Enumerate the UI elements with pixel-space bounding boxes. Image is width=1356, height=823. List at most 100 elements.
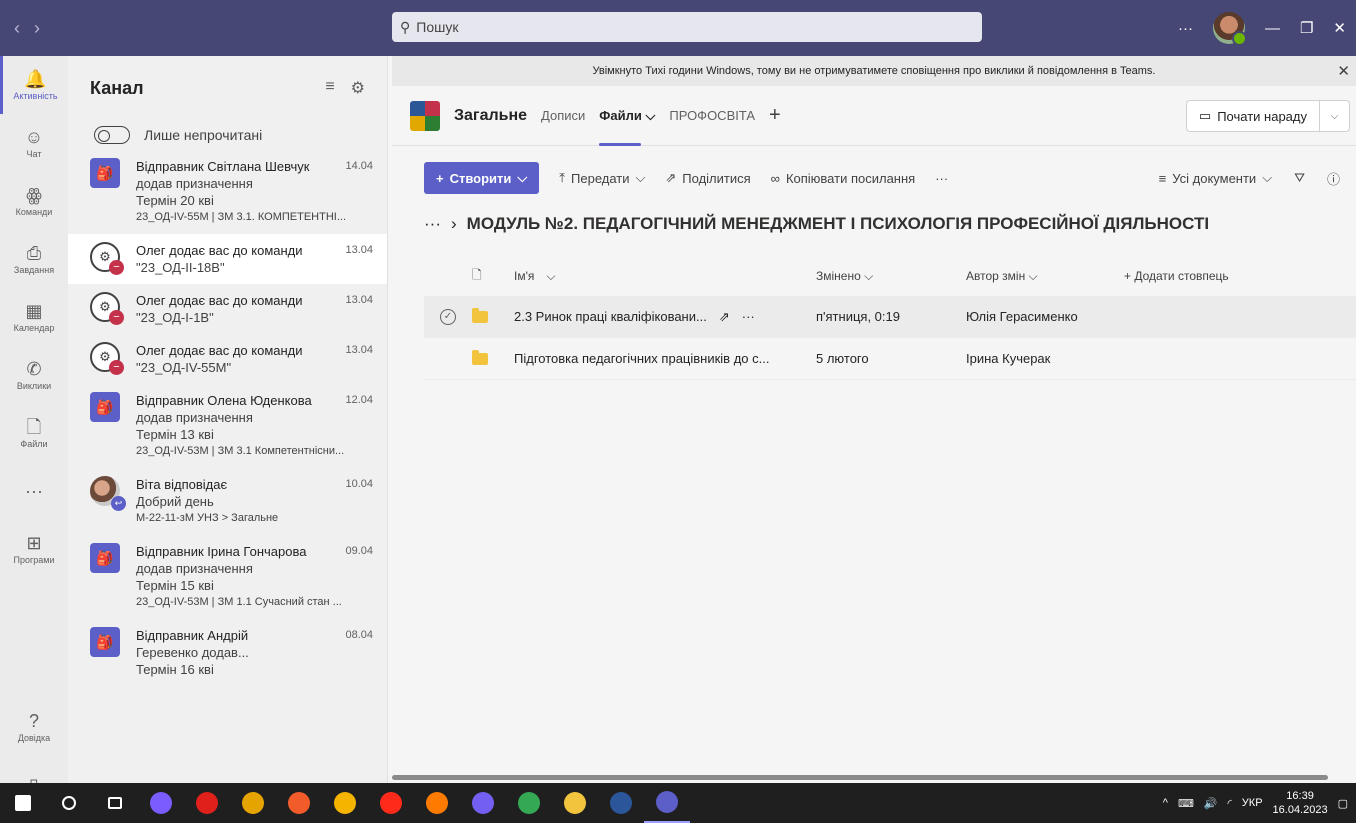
add-column-label: Додати стовпець xyxy=(1134,269,1229,283)
word-icon[interactable] xyxy=(598,783,644,823)
share-button[interactable]: ⇗ Поділитися xyxy=(665,170,750,186)
activity-item[interactable]: ⚙ Олег додає вас до команди 13.04 "23_ОД-І-… xyxy=(68,284,387,334)
upload-button[interactable]: ⤒ Передати ⌵ xyxy=(559,170,645,186)
rail-item-teams[interactable]: ꙮ Команди xyxy=(0,172,68,230)
user-avatar[interactable] xyxy=(1212,12,1247,46)
file-row[interactable]: Підготовка педагогічних працівників до с… xyxy=(424,338,1356,380)
back-arrow-icon[interactable]: ‹ xyxy=(14,18,20,39)
chevron-down-icon: ⌵ xyxy=(1262,170,1273,185)
network-icon[interactable]: ⌨ xyxy=(1178,797,1194,810)
search-icon[interactable] xyxy=(46,783,92,823)
file-explorer-icon-glyph xyxy=(564,792,586,814)
notifications-icon[interactable]: ▢ xyxy=(1338,797,1348,810)
filter-funnel-icon[interactable]: ⛛ xyxy=(1294,170,1305,186)
more-options-icon[interactable]: ··· xyxy=(742,309,755,324)
activity-item[interactable]: ⚙ Олег додає вас до команди 13.04 "23_ОД-IV… xyxy=(68,334,387,384)
rail-item-label: Довідка xyxy=(17,732,51,743)
file-name-cell[interactable]: Підготовка педагогічних працівників до с… xyxy=(514,351,816,366)
file-name[interactable]: 2.3 Ринок праці кваліфіковани... xyxy=(514,309,707,324)
video-camera-icon: ▭ xyxy=(1198,108,1212,123)
checkmark-circle-icon[interactable]: ✓ xyxy=(440,308,456,325)
breadcrumb-separator-icon: › xyxy=(450,214,457,233)
chrome-icon[interactable] xyxy=(322,783,368,823)
banner-close-icon[interactable]: ✕ xyxy=(1337,62,1350,80)
clock[interactable]: 16:39 16.04.2023 xyxy=(1273,789,1328,817)
start-meeting-main[interactable]: ▭ Почати нараду xyxy=(1187,101,1319,131)
rail-item-more[interactable]: ··· xyxy=(0,462,68,520)
modified-column-header[interactable]: Змінено ⌵ xyxy=(816,269,966,284)
filter-icon[interactable]: ≡ xyxy=(325,78,334,98)
file-name-cell[interactable]: 2.3 Ринок праці кваліфіковани... ⇗ ··· xyxy=(514,309,816,325)
copy-link-button[interactable]: ∞ Копіювати посилання xyxy=(771,171,916,186)
start-meeting-button[interactable]: ▭ Почати нараду ⌵ xyxy=(1185,100,1350,132)
create-button[interactable]: + Створити ⌵ xyxy=(424,162,540,194)
channel-tab[interactable]: Дописи xyxy=(541,86,585,146)
author-column-header[interactable]: Автор змін ⌵ xyxy=(966,269,1124,284)
teams-taskbar-icon[interactable] xyxy=(644,783,690,823)
rail-item-calls[interactable]: ✆ Виклики xyxy=(0,346,68,404)
maximize-icon[interactable]: ❐ xyxy=(1300,19,1313,37)
rail-item-activity[interactable]: 🔔 Активність xyxy=(0,56,68,114)
rail-item-calendar[interactable]: ▦ Календар xyxy=(0,288,68,346)
activity-title: Відправник Світлана Шевчук xyxy=(136,159,310,174)
channel-tab[interactable]: Файли ⌵ xyxy=(599,86,655,146)
settings-gear-icon[interactable]: ⚙ xyxy=(351,78,365,98)
row-select[interactable]: ✓ xyxy=(424,308,472,325)
color-app-icon[interactable] xyxy=(276,783,322,823)
language-indicator[interactable]: УКР xyxy=(1242,797,1263,809)
rail-item-help[interactable]: ? Довідка xyxy=(0,698,68,756)
opera-icon-glyph xyxy=(196,792,218,814)
eye-app-icon[interactable] xyxy=(230,783,276,823)
opera-icon[interactable] xyxy=(184,783,230,823)
file-explorer-icon[interactable] xyxy=(552,783,598,823)
horizontal-scrollbar[interactable] xyxy=(392,775,1328,780)
yandex-icon[interactable] xyxy=(368,783,414,823)
activity-item[interactable]: Віта відповідає 10.04 Добрий день М-22-11-з… xyxy=(68,468,387,535)
close-icon[interactable]: ✕ xyxy=(1333,19,1346,37)
file-row[interactable]: ✓ 2.3 Ринок праці кваліфіковани... ⇗ ··· п'я… xyxy=(424,296,1356,338)
activity-item[interactable]: 🎒 Відправник Андрій 08.04 Геревенко додав..… xyxy=(68,619,387,686)
windows-start-icon[interactable] xyxy=(0,783,46,823)
breadcrumb-ellipsis[interactable]: ··· xyxy=(424,214,441,234)
info-icon[interactable]: ⓘ xyxy=(1327,169,1340,188)
task-view-icon[interactable] xyxy=(92,783,138,823)
rail-item-chat[interactable]: ☺ Чат xyxy=(0,114,68,172)
activity-item[interactable]: ⚙ Олег додає вас до команди 13.04 "23_ОД-ІІ… xyxy=(68,234,387,284)
activity-title: Віта відповідає xyxy=(136,477,228,492)
chrome-2-icon[interactable] xyxy=(506,783,552,823)
volume-icon[interactable]: 🔊 xyxy=(1204,797,1218,810)
more-commands-button[interactable]: ··· xyxy=(935,171,948,186)
rail-item-label: Активність xyxy=(13,90,58,101)
create-label: Створити xyxy=(449,170,512,186)
meeting-dropdown-chevron-icon[interactable]: ⌵ xyxy=(1319,101,1349,131)
share-icon: ⇗ xyxy=(665,170,677,185)
unread-only-toggle[interactable] xyxy=(94,126,130,144)
activity-item[interactable]: 🎒 Відправник Світлана Шевчук 14.04 додав пр… xyxy=(68,150,387,234)
rail-item-files[interactable]: 🗋 Файли xyxy=(0,404,68,462)
minimize-icon[interactable]: — xyxy=(1265,20,1280,37)
wifi-icon[interactable]: ◜ xyxy=(1228,797,1232,810)
activity-title: Олег додає вас до команди xyxy=(136,293,303,308)
file-name[interactable]: Підготовка педагогічних працівників до с… xyxy=(514,351,769,366)
tray-chevron-icon[interactable]: ^ xyxy=(1163,797,1168,809)
firefox-icon[interactable] xyxy=(414,783,460,823)
more-options-icon[interactable]: ··· xyxy=(1178,20,1193,37)
name-column-header[interactable]: Ім'я ⌵ xyxy=(514,269,816,284)
viber-icon[interactable] xyxy=(460,783,506,823)
activity-title: Відправник Ірина Гончарова xyxy=(136,544,307,559)
add-tab-plus-icon[interactable]: + xyxy=(769,104,781,127)
add-column-button[interactable]: + Додати стовпець xyxy=(1124,269,1324,283)
rail-item-apps[interactable]: ⊞ Програми xyxy=(0,520,68,578)
breadcrumb: ··· › МОДУЛЬ №2. ПЕДАГОГІЧНИЙ МЕНЕДЖМЕНТ… xyxy=(392,204,1356,244)
forward-arrow-icon[interactable]: › xyxy=(34,18,40,39)
activity-item[interactable]: 🎒 Відправник Ірина Гончарова 09.04 додав пр… xyxy=(68,535,387,619)
rail-item-tasks[interactable]: ⎙ Завдання xyxy=(0,230,68,288)
search-input[interactable]: ⚲ Пошук xyxy=(392,12,982,42)
activity-item[interactable]: 🎒 Відправник Олена Юденкова 12.04 додав при… xyxy=(68,384,387,468)
channel-tab[interactable]: ПРОФОСВІТА xyxy=(669,86,755,146)
modified-cell: 5 лютого xyxy=(816,351,869,366)
view-selector[interactable]: ≡ Усі документи ⌵ xyxy=(1159,170,1272,186)
app-purple-icon[interactable] xyxy=(138,783,184,823)
folder-icon xyxy=(472,349,488,365)
share-icon[interactable]: ⇗ xyxy=(719,309,730,325)
